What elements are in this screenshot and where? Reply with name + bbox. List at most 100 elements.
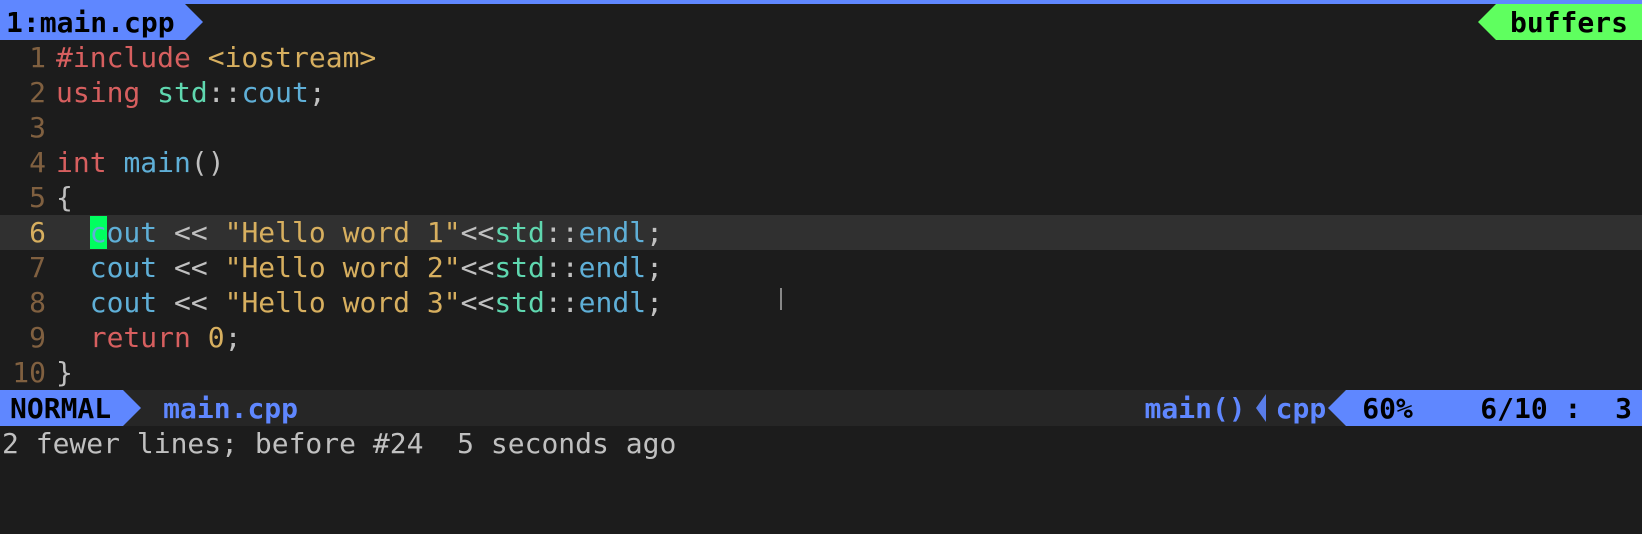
code-token [140,76,157,109]
tab-active[interactable]: 1: main.cpp [0,4,185,40]
tab-filename: main.cpp [40,5,175,40]
status-center: main() cpp [1145,391,1347,426]
code-content[interactable]: return 0; [56,320,1642,355]
code-content[interactable]: cout << "Hello word 1"<<std::endl; [56,215,1642,250]
code-token: << [461,216,495,249]
code-token: std [494,251,545,284]
buffers-button[interactable]: buffers [1496,4,1642,40]
code-line[interactable]: 5{ [0,180,1642,215]
code-token: cout [90,286,157,319]
code-token: { [56,181,73,214]
code-token [191,321,208,354]
code-token: std [494,286,545,319]
line-number: 4 [0,145,56,180]
line-number: 6 [0,215,56,250]
code-content[interactable]: cout << "Hello word 2"<<std::endl; [56,250,1642,285]
code-token [208,251,225,284]
code-token [56,251,90,284]
code-token: :: [545,216,579,249]
code-token: << [174,286,208,319]
code-line[interactable]: 2using std::cout; [0,75,1642,110]
code-line[interactable]: 3 [0,110,1642,145]
code-token: "Hello word 1" [225,216,461,249]
code-line[interactable]: 8 cout << "Hello word 3"<<std::endl; [0,285,1642,320]
code-content[interactable]: #include <iostream> [56,40,1642,75]
line-number: 8 [0,285,56,320]
code-line-current[interactable]: 6 cout << "Hello word 1"<<std::endl; [0,215,1642,250]
statusline: NORMAL main.cpp main() cpp 60% 6/10 : 3 [0,390,1642,426]
code-token: "Hello word 2" [225,251,461,284]
code-token: main [123,146,190,179]
code-token: endl [579,251,646,284]
line-number: 1 [0,40,56,75]
code-content[interactable]: { [56,180,1642,215]
code-token [157,251,174,284]
code-token [208,216,225,249]
code-content[interactable]: using std::cout; [56,75,1642,110]
line-number: 10 [0,355,56,390]
tab-index: 1 [6,5,23,40]
code-token: std [494,216,545,249]
status-filetype: cpp [1276,391,1327,426]
status-total-lines: 10 [1514,391,1548,426]
code-token: int [56,146,107,179]
code-token: :: [545,286,579,319]
cmdline-message: 2 fewer lines; before #24 5 seconds ago [2,426,676,461]
code-token: << [461,251,495,284]
code-token: 0 [208,321,225,354]
code-token: () [191,146,225,179]
code-token: ; [646,286,663,319]
code-token: out [107,216,158,249]
code-token: ; [309,76,326,109]
status-filename: main.cpp [123,391,298,426]
code-token: ; [646,216,663,249]
code-token: using [56,76,140,109]
code-content[interactable]: cout << "Hello word 3"<<std::endl; [56,285,1642,320]
code-token: cout [90,251,157,284]
mode-indicator: NORMAL [0,390,123,426]
cursor-block: c [90,216,107,249]
line-number: 2 [0,75,56,110]
code-token: << [174,251,208,284]
tabline: 1: main.cpp buffers [0,4,1642,40]
code-content[interactable]: int main() [56,145,1642,180]
code-line[interactable]: 10} [0,355,1642,390]
editor-area[interactable]: 1#include <iostream>2using std::cout;34i… [0,40,1642,390]
code-token: << [174,216,208,249]
code-token: ; [225,321,242,354]
code-line[interactable]: 1#include <iostream> [0,40,1642,75]
code-token: std [157,76,208,109]
code-token [56,286,90,319]
command-line: 2 fewer lines; before #24 5 seconds ago [0,426,1642,461]
code-content[interactable]: } [56,355,1642,390]
code-line[interactable]: 9 return 0; [0,320,1642,355]
code-token: endl [579,216,646,249]
status-position: 60% 6/10 : 3 [1346,390,1642,426]
buffers-label: buffers [1510,5,1628,40]
line-number: 7 [0,250,56,285]
code-token [208,286,225,319]
code-line[interactable]: 4int main() [0,145,1642,180]
status-percent: 60% [1362,391,1413,426]
code-token [157,286,174,319]
mode-text: NORMAL [10,391,111,426]
code-content[interactable] [56,110,1642,145]
code-token: endl [579,286,646,319]
code-token: ; [646,251,663,284]
code-line[interactable]: 7 cout << "Hello word 2"<<std::endl; [0,250,1642,285]
code-token: << [461,286,495,319]
line-number: 5 [0,180,56,215]
code-token: cout [241,76,308,109]
line-number: 3 [0,110,56,145]
mouse-text-cursor-icon [780,288,782,310]
code-token: } [56,356,73,389]
code-token [56,216,90,249]
status-line: 6 [1480,391,1497,426]
code-token: :: [545,251,579,284]
code-token: <iostream> [208,41,377,74]
code-token: "Hello word 3" [225,286,461,319]
line-number: 9 [0,320,56,355]
code-token [56,321,90,354]
code-token [157,216,174,249]
status-context: main() [1145,391,1246,426]
